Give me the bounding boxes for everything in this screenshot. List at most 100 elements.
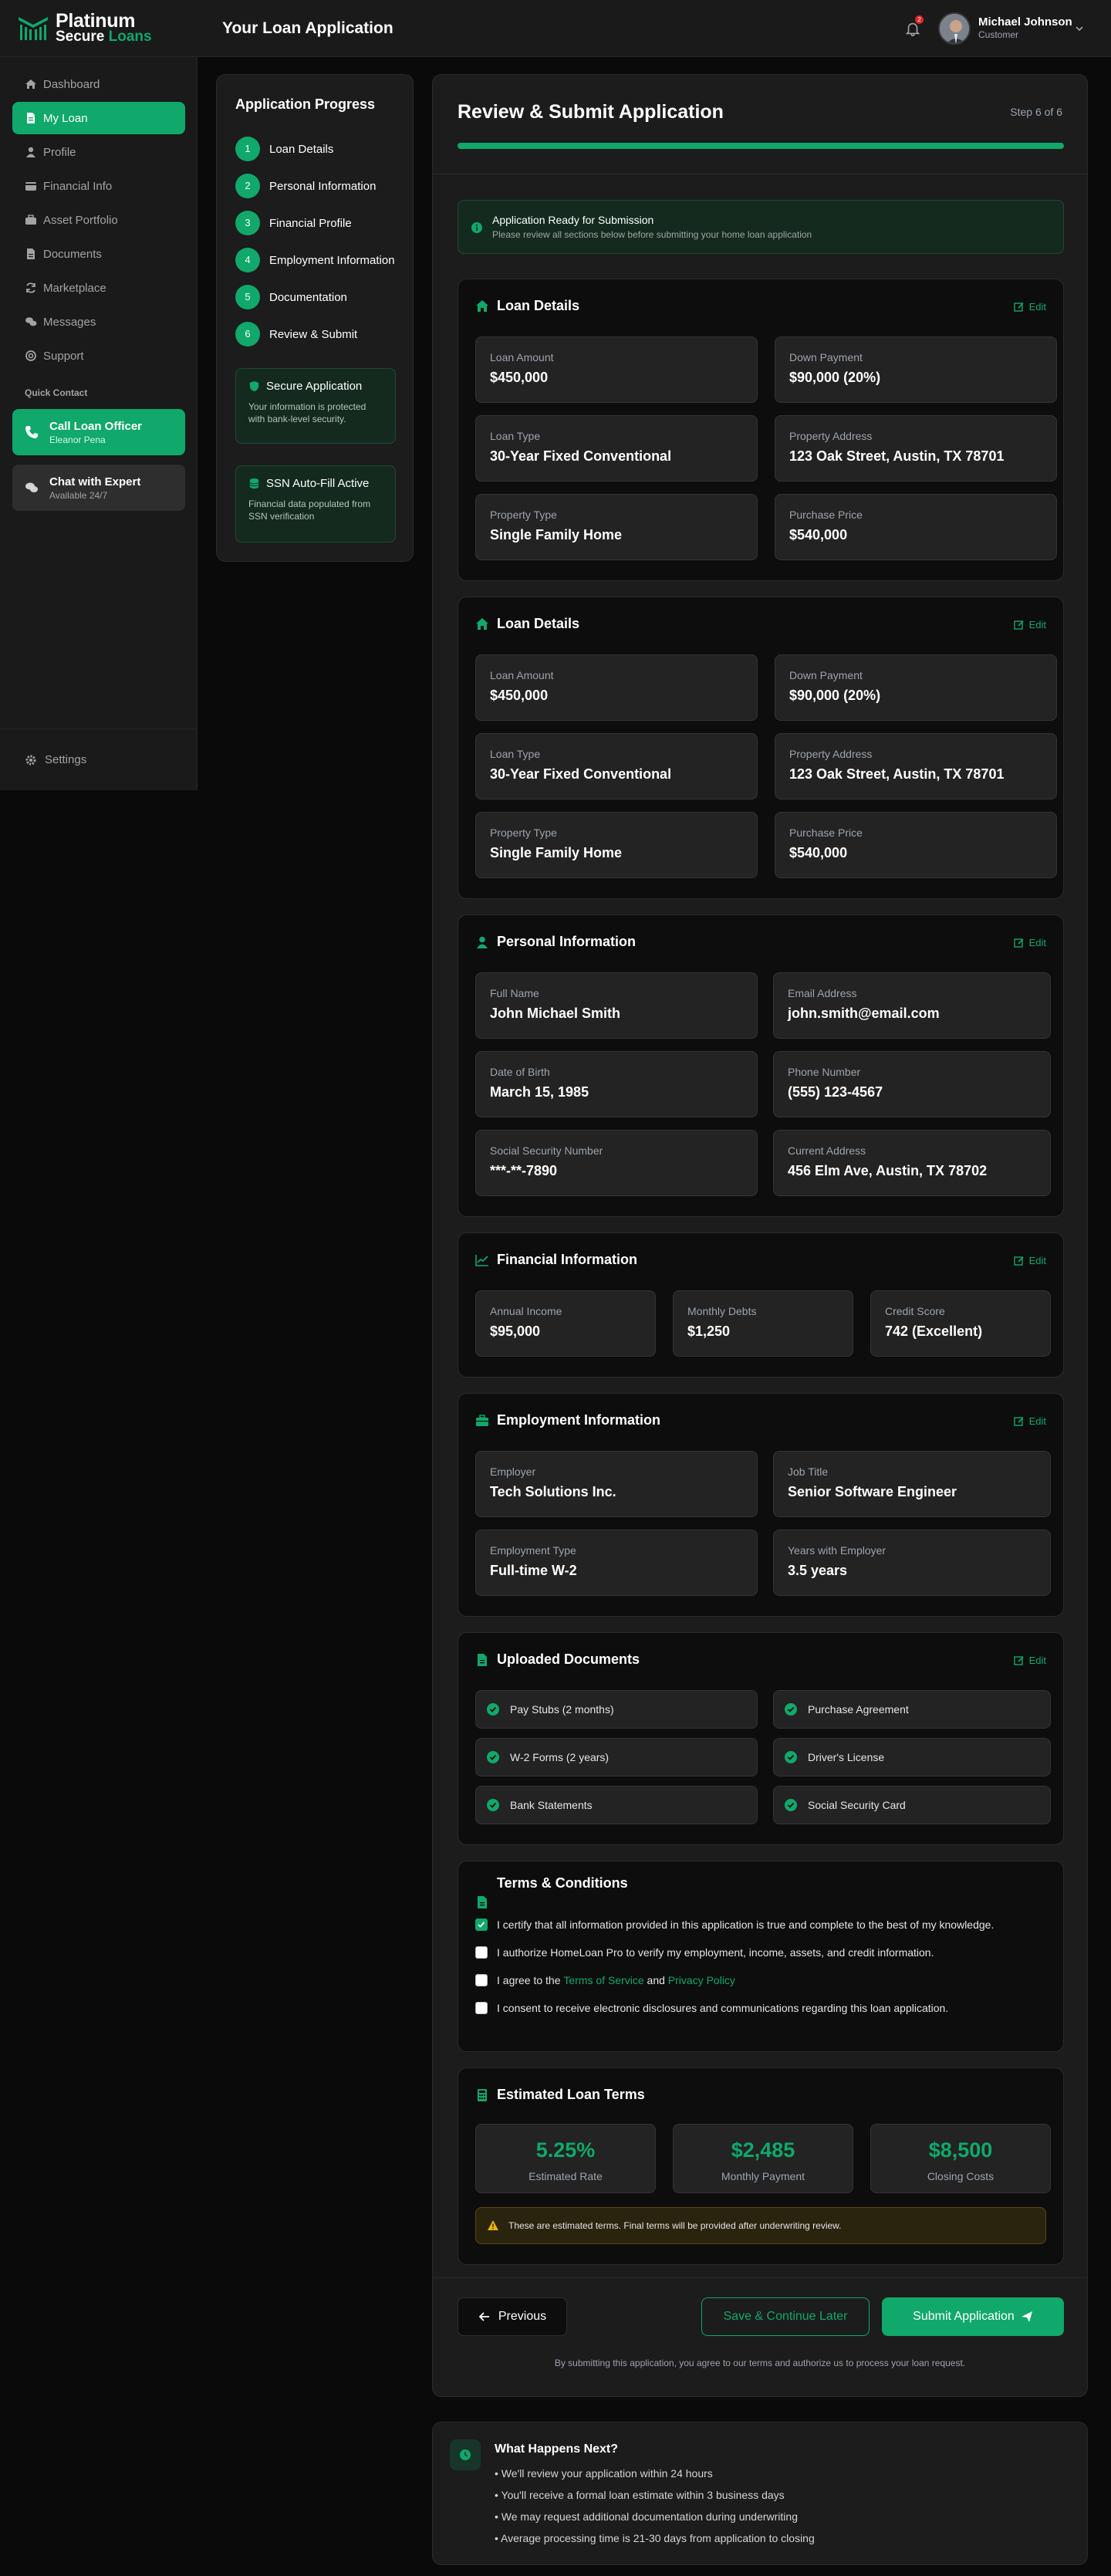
document-item: Bank Statements [475,1786,758,1824]
field-property-address: Property Address 123 Oak Street, Austin, … [775,415,1057,482]
estimate-closing-costs: $8,500 Closing Costs [870,2124,1051,2193]
progress-bar [458,143,1064,149]
document-icon [478,1653,487,1666]
terms-item-agree[interactable]: I agree to the Terms of Service and Priv… [475,1974,735,1986]
terms-item-consent[interactable]: I consent to receive electronic disclosu… [475,2002,948,2014]
chat-with-expert-button[interactable]: Chat with Expert Available 24/7 [12,465,185,511]
estimate-monthly-payment: $2,485 Monthly Payment [673,2124,853,2193]
field-email: Email Address john.smith@email.com [773,972,1051,1039]
section-title: Loan Details [497,616,580,631]
next-list-item: • You'll receive a formal loan estimate … [495,2489,785,2501]
sidebar-item-dashboard[interactable]: Dashboard [12,68,185,100]
next-list-item: • We may request additional documentatio… [495,2510,798,2523]
sidebar-item-asset-portfolio[interactable]: Asset Portfolio [12,204,185,236]
brand-secure: Secure [56,29,105,45]
sidebar-item-documents[interactable]: Documents [12,238,185,270]
avatar[interactable] [938,12,971,45]
brand-name: Platinum [56,10,136,32]
chat-icon [25,482,38,492]
section-title: Employment Information [497,1412,661,1428]
edit-link[interactable]: Edit [1013,1255,1046,1266]
brand-logo[interactable]: Platinum Secure Loans [17,12,152,45]
next-list-item: • Average processing time is 21-30 days … [495,2532,815,2544]
uploaded-documents-section: Uploaded Documents Edit Pay Stubs (2 mon… [458,1632,1064,1845]
settings-label: Settings [45,753,87,766]
sidebar-item-profile[interactable]: Profile [12,136,185,168]
checkbox[interactable] [475,2002,488,2014]
submit-disclaimer: By submitting this application, you agre… [554,2358,966,2368]
top-bar: Platinum Secure Loans Your Loan Applicat… [0,0,1111,57]
document-item: Pay Stubs (2 months) [475,1690,758,1729]
progress-step[interactable]: 6 Review & Submit [235,322,357,347]
edit-link[interactable]: Edit [1013,1415,1046,1427]
arrow-left-icon [478,2312,489,2321]
call-loan-officer-button[interactable]: Call Loan Officer Eleanor Pena [12,409,185,455]
progress-step[interactable]: 3 Financial Profile [235,211,352,235]
checkbox[interactable] [475,1974,488,1986]
checkbox[interactable] [475,1946,488,1959]
progress-step[interactable]: 2 Personal Information [235,174,376,198]
sidebar-item-settings[interactable]: Settings [25,753,86,766]
progress-step[interactable]: 4 Employment Information [235,248,395,272]
submit-application-button[interactable]: Submit Application [882,2297,1064,2336]
field-full-name: Full Name John Michael Smith [475,972,758,1039]
logo-icon [19,17,48,40]
edit-icon [1013,1416,1024,1426]
clock-icon [460,2449,471,2460]
previous-button[interactable]: Previous [458,2297,567,2336]
estimate-warning: These are estimated terms. Final terms w… [475,2207,1046,2244]
user-icon [477,936,488,948]
edit-link[interactable]: Edit [1013,1655,1046,1666]
home-icon [476,617,488,630]
sidebar-item-my-loan[interactable]: My Loan [12,102,185,134]
section-title: Loan Details [497,298,580,313]
briefcase-icon [25,215,36,225]
sidebar-item-messages[interactable]: Messages [12,306,185,338]
checkbox-checked[interactable] [475,1918,488,1931]
field-loan-type: Loan Type 30-Year Fixed Conventional [475,733,758,800]
user-name[interactable]: Michael Johnson [978,15,1072,29]
actions-divider [433,2277,1087,2278]
review-submit-card: Review & Submit Application Step 6 of 6 … [432,74,1088,2397]
edit-link[interactable]: Edit [1013,301,1046,313]
edit-link[interactable]: Edit [1013,937,1046,948]
warning-icon [488,2220,498,2230]
check-circle-icon [487,1799,499,1811]
check-circle-icon [785,1799,797,1811]
sidebar-item-label: Asset Portfolio [43,213,118,227]
edit-icon [1013,1256,1024,1266]
section-title: Terms & Conditions [497,1875,628,1891]
wallet-icon [25,182,36,191]
sidebar-item-marketplace[interactable]: Marketplace [12,272,185,304]
field-annual-income: Annual Income $95,000 [475,1290,656,1357]
progress-step[interactable]: 5 Documentation [235,285,347,309]
edit-icon [1013,1655,1024,1665]
user-icon [26,147,35,157]
field-property-type: Property Type Single Family Home [475,812,758,878]
terms-of-service-link[interactable]: Terms of Service [563,1974,643,1986]
loan-details-section: Loan Details Edit Loan Amount $450,000 Do… [458,597,1064,899]
ready-text: Please review all sections below before … [492,229,812,240]
document-icon [27,248,35,259]
chart-line-icon [475,1254,488,1266]
privacy-policy-link[interactable]: Privacy Policy [668,1974,735,1986]
document-item: W-2 Forms (2 years) [475,1738,758,1776]
sidebar-item-financial-info[interactable]: Financial Info [12,170,185,202]
progress-step[interactable]: 1 Loan Details [235,137,333,161]
edit-icon [1013,938,1024,948]
field-down-payment: Down Payment $90,000 (20%) [775,336,1057,403]
application-progress-card: Application Progress 1 Loan Details 2 Pers… [216,74,414,562]
chevron-down-icon[interactable] [1074,23,1085,34]
field-phone: Phone Number (555) 123-4567 [773,1051,1051,1117]
document-item: Driver's License [773,1738,1051,1776]
send-icon [1021,2311,1032,2322]
save-continue-later-button[interactable]: Save & Continue Later [701,2297,870,2336]
edit-link[interactable]: Edit [1013,619,1046,630]
terms-item-certify[interactable]: I certify that all information provided … [475,1918,994,1931]
terms-item-authorize[interactable]: I authorize HomeLoan Pro to verify my em… [475,1946,934,1959]
field-loan-type: Loan Type 30-Year Fixed Conventional [475,415,758,482]
info-icon [471,222,482,233]
sidebar-item-support[interactable]: Support [12,340,185,372]
chat-title: Chat with Expert [49,475,141,488]
brand-loans: Loans [108,29,152,45]
